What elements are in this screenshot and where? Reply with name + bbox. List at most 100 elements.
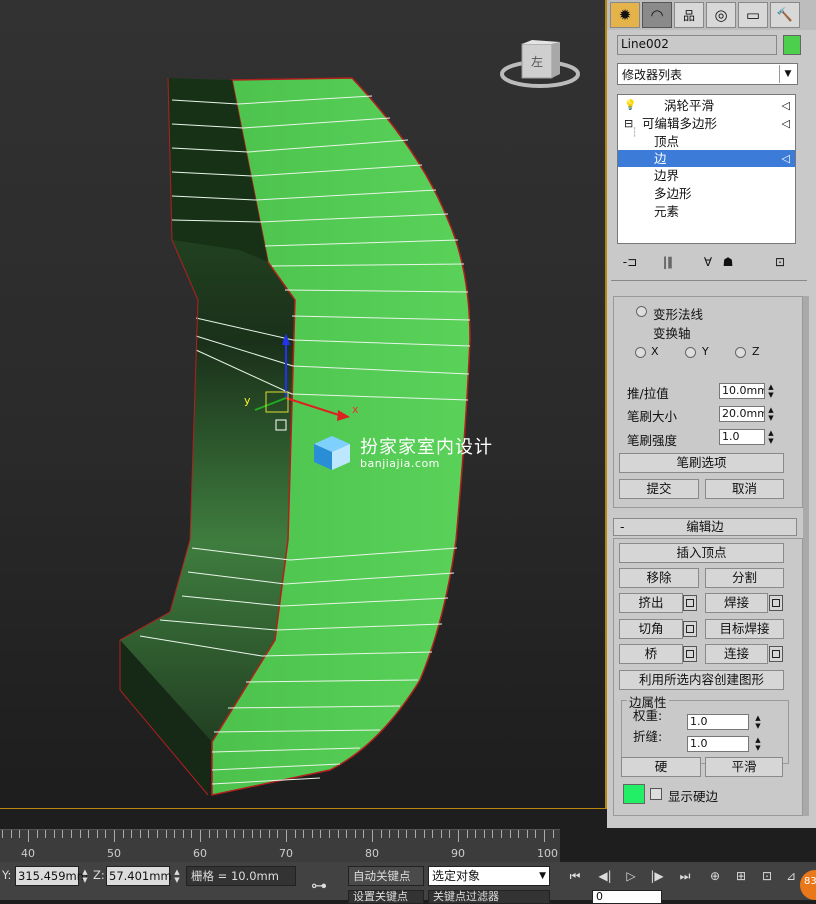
brush-strength-input[interactable]: 1.0 [719, 429, 765, 445]
zoom-icon[interactable]: ⊕ [702, 866, 728, 886]
zoom-all-icon[interactable]: ⊞ [728, 866, 754, 886]
ruler-tick [492, 830, 494, 838]
spinner-arrows-icon[interactable]: ▲ ▼ [766, 406, 776, 422]
remove-modifier-icon[interactable]: ☗ [717, 252, 739, 272]
key-filters-button[interactable]: 关键点过滤器 [428, 890, 550, 904]
tab-create[interactable]: ✹ [610, 2, 640, 28]
crease-input[interactable]: 1.0 [687, 736, 749, 752]
stack-item-polygon[interactable]: 多边形 [618, 185, 795, 202]
status-bar: Y: 315.459mm ▲ ▼ Z: 57.401mm ▲ ▼ 栅格 = 10.0… [0, 862, 816, 904]
stack-item-label: 可编辑多边形 [642, 116, 718, 131]
ruler-tick [449, 830, 451, 838]
pin-triangle-icon[interactable]: ◁ [782, 115, 790, 132]
tab-utilities[interactable]: 🔨 [770, 2, 800, 28]
bridge-button[interactable]: 桥 [619, 644, 683, 664]
axis-z-radio[interactable] [735, 347, 746, 358]
stack-item-turbosmooth[interactable]: 💡 涡轮平滑 ◁ [618, 97, 795, 114]
chamfer-settings-icon[interactable] [683, 621, 697, 637]
go-to-start-icon[interactable]: ⏮ [562, 866, 588, 886]
pin-stack-icon[interactable]: -⊐ [619, 252, 641, 272]
watermark-title: 扮家家室内设计 [360, 437, 493, 458]
chamfer-button[interactable]: 切角 [619, 619, 683, 639]
viewport-perspective[interactable]: x y 左 扮家家室内设计 banjiajia.com [0, 0, 607, 809]
pin-triangle-icon[interactable]: ◁ [782, 150, 790, 167]
cancel-button[interactable]: 取消 [705, 479, 784, 499]
spinner-arrows-icon[interactable]: ▲ ▼ [766, 429, 776, 445]
connect-settings-icon[interactable] [769, 646, 783, 662]
set-key-button[interactable]: 设置关键点 [348, 890, 424, 904]
selection-set-dropdown[interactable]: 选定对象 ▼ [428, 866, 550, 886]
show-hard-edges-checkbox[interactable] [650, 788, 662, 800]
go-to-end-icon[interactable]: ⏭ [672, 866, 698, 886]
timeline-ruler[interactable]: 40 50 60 70 80 90 100 [0, 829, 560, 862]
tab-display[interactable]: ▭ [738, 2, 768, 28]
split-button[interactable]: 分割 [705, 568, 784, 588]
axis-x-radio[interactable] [635, 347, 646, 358]
panel-scrollbar[interactable] [803, 296, 809, 816]
edit-edges-rollout-header[interactable]: - 编辑边 [613, 518, 797, 536]
ruler-tick [79, 830, 81, 838]
ruler-tick [234, 830, 236, 838]
stack-item-element[interactable]: 元素 [618, 203, 795, 220]
show-end-result-icon[interactable]: |∥ [657, 252, 679, 272]
brush-size-input[interactable]: 20.0mm [719, 406, 765, 422]
weld-settings-icon[interactable] [769, 595, 783, 611]
ruler-label: 70 [279, 847, 293, 860]
spinner-arrows-icon[interactable]: ▲ ▼ [753, 736, 763, 752]
deform-normal-radio[interactable] [636, 306, 647, 317]
extrude-settings-icon[interactable] [683, 595, 697, 611]
bridge-settings-icon[interactable] [683, 646, 697, 662]
tab-modify[interactable]: ◠ [642, 2, 672, 28]
extrude-button[interactable]: 挤出 [619, 593, 683, 613]
play-icon[interactable]: ▷ [618, 866, 644, 886]
auto-key-button[interactable]: 自动关键点 [348, 866, 424, 886]
stack-item-editable-poly[interactable]: ⊟ 可编辑多边形 ◁ [618, 115, 795, 132]
spinner-arrows-icon[interactable]: ▲ ▼ [766, 383, 776, 399]
pin-triangle-icon[interactable]: ◁ [782, 97, 790, 114]
stack-item-edge[interactable]: 边 ◁ [618, 150, 795, 167]
current-frame-field[interactable]: 0 [592, 890, 662, 904]
spinner-arrows-icon[interactable]: ▲ ▼ [753, 714, 763, 730]
modifier-list-label: 修改器列表 [622, 68, 683, 82]
axis-y-radio[interactable] [685, 347, 696, 358]
next-frame-icon[interactable]: |▶ [644, 866, 670, 886]
weld-button[interactable]: 焊接 [705, 593, 768, 613]
previous-frame-icon[interactable]: ◀| [592, 866, 618, 886]
tab-hierarchy[interactable]: 品 [674, 2, 704, 28]
spinner-arrows-icon[interactable]: ▲ ▼ [172, 868, 182, 884]
ruler-tick [165, 830, 167, 838]
tab-motion[interactable]: ◎ [706, 2, 736, 28]
target-weld-button[interactable]: 目标焊接 [705, 619, 784, 639]
weight-input[interactable]: 1.0 [687, 714, 749, 730]
ruler-tick [311, 830, 313, 838]
commit-button[interactable]: 提交 [619, 479, 699, 499]
ruler-tick [380, 830, 382, 838]
modifier-list-dropdown[interactable]: 修改器列表 ▼ [617, 63, 798, 85]
create-shape-button[interactable]: 利用所选内容创建图形 [619, 670, 784, 690]
key-icon[interactable]: ⊶ [306, 876, 332, 896]
insert-vertex-button[interactable]: 插入顶点 [619, 543, 784, 563]
model-canvas[interactable]: x y [0, 0, 605, 808]
stack-item-vertex[interactable]: ┆ 顶点 [618, 128, 795, 150]
configure-sets-icon[interactable]: ⊡ [769, 252, 791, 272]
ruler-tick [191, 830, 193, 838]
brush-options-button[interactable]: 笔刷选项 [619, 453, 784, 473]
ruler-tick [466, 830, 468, 838]
hard-edge-color-swatch[interactable] [623, 784, 645, 804]
object-color-swatch[interactable] [783, 35, 801, 55]
zoom-extents-icon[interactable]: ⊡ [754, 866, 780, 886]
remove-button[interactable]: 移除 [619, 568, 699, 588]
y-coordinate-field[interactable]: 315.459mm [15, 866, 88, 886]
spinner-arrows-icon[interactable]: ▲ ▼ [80, 868, 90, 884]
lightbulb-icon[interactable]: 💡 [624, 97, 636, 114]
modifier-stack[interactable]: 💡 涡轮平滑 ◁ ⊟ 可编辑多边形 ◁ ┆ 顶点 边 ◁ 边界 多边形 元素 [617, 94, 796, 244]
push-pull-input[interactable]: 10.0mm [719, 383, 765, 399]
connect-button[interactable]: 连接 [705, 644, 768, 664]
hard-button[interactable]: 硬 [621, 757, 701, 777]
object-name-field[interactable]: Line002 [617, 35, 777, 55]
ruler-tick [544, 830, 545, 842]
z-coordinate-field[interactable]: 57.401mm [106, 866, 172, 886]
make-unique-icon[interactable]: ∀ [697, 252, 719, 272]
stack-item-border[interactable]: 边界 [618, 167, 795, 184]
smooth-button[interactable]: 平滑 [705, 757, 783, 777]
